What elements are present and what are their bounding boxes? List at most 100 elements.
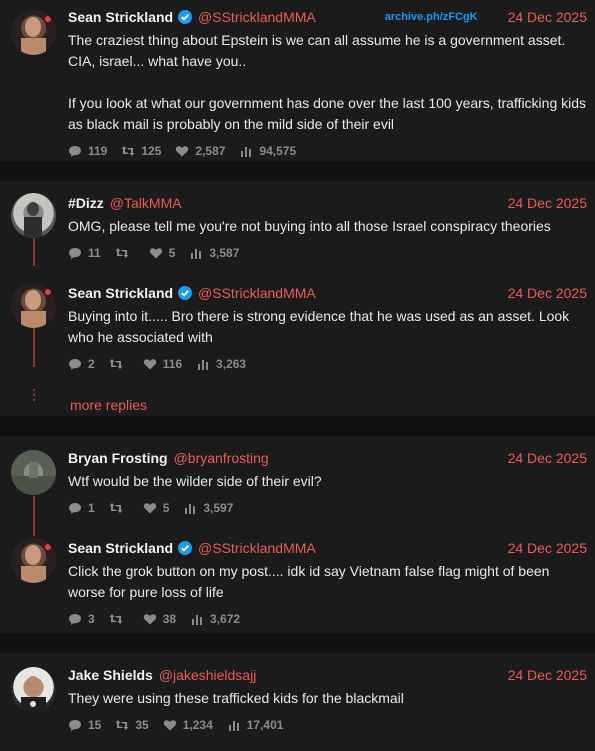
like-stat[interactable]: 1,234 xyxy=(163,718,213,732)
tweet[interactable]: Sean Strickland @SStricklandMMA 24 Dec 2… xyxy=(0,263,595,374)
display-name[interactable]: Sean Strickland xyxy=(68,540,173,556)
retweet-icon xyxy=(115,720,129,730)
avatar[interactable] xyxy=(11,667,56,712)
ellipsis-icon xyxy=(32,388,36,402)
tweet-date[interactable]: 24 Dec 2025 xyxy=(508,285,587,301)
reply-icon xyxy=(69,720,81,731)
tweet-text: They were using these trafficked kids fo… xyxy=(68,690,404,706)
tweet-date[interactable]: 24 Dec 2025 xyxy=(508,195,587,211)
retweet-icon xyxy=(115,248,129,258)
display-name[interactable]: #Dizz xyxy=(68,195,104,211)
tweet-date[interactable]: 24 Dec 2025 xyxy=(508,667,587,683)
tweet-text: Buying into it..... Bro there is strong … xyxy=(68,308,574,345)
verified-badge-icon xyxy=(178,286,193,300)
avatar[interactable] xyxy=(11,10,56,55)
thread-2: #Dizz @TalkMMA 24 Dec 2025 OMG, please t… xyxy=(0,181,595,416)
heart-icon xyxy=(143,359,156,370)
retweet-stat[interactable] xyxy=(109,612,129,626)
retweet-stat[interactable]: 125 xyxy=(121,144,161,158)
reply-icon xyxy=(69,248,81,259)
heart-icon xyxy=(163,720,176,731)
tweet-stats: 2 116 3,263 xyxy=(68,354,587,374)
like-stat[interactable]: 5 xyxy=(143,501,169,515)
avatar[interactable] xyxy=(11,538,56,583)
avatar[interactable] xyxy=(11,193,56,238)
views-stat[interactable]: 3,263 xyxy=(196,357,246,371)
tweet-stats: 1 5 3,597 xyxy=(68,498,587,518)
views-stat[interactable]: 3,672 xyxy=(190,612,240,626)
user-handle[interactable]: @SStricklandMMA xyxy=(198,540,316,556)
views-stat[interactable]: 3,587 xyxy=(189,246,239,260)
views-stat[interactable]: 94,575 xyxy=(239,144,296,158)
tweet-text: The craziest thing about Epstein is we c… xyxy=(68,32,587,132)
archive-link[interactable]: archive.ph/zFCgK xyxy=(385,11,478,23)
views-icon xyxy=(191,249,202,259)
retweet-icon xyxy=(109,614,123,624)
like-stat[interactable]: 2,587 xyxy=(175,144,225,158)
like-stat[interactable]: 116 xyxy=(143,357,182,371)
views-icon xyxy=(241,147,252,157)
retweet-icon xyxy=(109,503,123,513)
tweet-stats: 11 5 3,587 xyxy=(68,243,587,263)
user-handle[interactable]: @SStricklandMMA xyxy=(198,9,316,25)
verified-badge-icon xyxy=(178,541,193,555)
reply-icon xyxy=(69,146,81,157)
user-handle[interactable]: @jakeshieldsajj xyxy=(159,667,256,683)
tweet[interactable]: Jake Shields @jakeshieldsajj 24 Dec 2025… xyxy=(0,653,595,735)
views-stat[interactable]: 3,597 xyxy=(183,501,233,515)
retweet-icon xyxy=(121,146,135,156)
reply-stat[interactable]: 2 xyxy=(68,357,95,371)
reply-icon xyxy=(69,503,81,514)
retweet-stat[interactable] xyxy=(109,501,129,515)
tweet[interactable]: Sean Strickland @SStricklandMMA archive.… xyxy=(0,0,595,161)
display-name[interactable]: Bryan Frosting xyxy=(68,450,168,466)
heart-icon xyxy=(149,248,162,259)
tweet-stats: 3 38 3,672 xyxy=(68,609,587,629)
tweet-text: Wtf would be the wilder side of their ev… xyxy=(68,473,322,489)
tweet-stats: 15 35 1,234 17,401 xyxy=(68,715,587,735)
tweet-date[interactable]: 24 Dec 2025 xyxy=(508,450,587,466)
like-stat[interactable]: 5 xyxy=(149,246,175,260)
user-handle[interactable]: @bryanfrosting xyxy=(174,450,269,466)
avatar[interactable] xyxy=(11,450,56,495)
reply-stat[interactable]: 119 xyxy=(68,144,107,158)
tweet[interactable]: Bryan Frosting @bryanfrosting 24 Dec 202… xyxy=(0,436,595,518)
retweet-stat[interactable] xyxy=(115,246,135,260)
views-icon xyxy=(198,360,209,370)
tweet-text: OMG, please tell me you're not buying in… xyxy=(68,218,551,234)
reply-icon xyxy=(69,614,81,625)
heart-icon xyxy=(143,503,156,514)
avatar[interactable] xyxy=(11,283,56,328)
views-stat[interactable]: 17,401 xyxy=(227,718,283,732)
thread-4: Jake Shields @jakeshieldsajj 24 Dec 2025… xyxy=(0,653,595,751)
views-icon xyxy=(192,615,203,625)
retweet-icon xyxy=(109,359,123,369)
user-handle[interactable]: @TalkMMA xyxy=(110,195,182,211)
verified-badge-icon xyxy=(178,10,193,24)
display-name[interactable]: Sean Strickland xyxy=(68,9,173,25)
thread-3: Bryan Frosting @bryanfrosting 24 Dec 202… xyxy=(0,436,595,633)
tweet-stats: 119 125 2,587 94,575 xyxy=(68,141,587,161)
reply-stat[interactable]: 1 xyxy=(68,501,95,515)
retweet-stat[interactable]: 35 xyxy=(115,718,149,732)
reply-icon xyxy=(69,359,81,370)
tweet[interactable]: Sean Strickland @SStricklandMMA 24 Dec 2… xyxy=(0,518,595,629)
display-name[interactable]: Jake Shields xyxy=(68,667,153,683)
reply-stat[interactable]: 15 xyxy=(68,718,101,732)
user-handle[interactable]: @SStricklandMMA xyxy=(198,285,316,301)
reply-stat[interactable]: 11 xyxy=(68,246,101,260)
tweet-date[interactable]: 24 Dec 2025 xyxy=(508,540,587,556)
heart-icon xyxy=(176,146,189,157)
views-icon xyxy=(185,504,196,514)
display-name[interactable]: Sean Strickland xyxy=(68,285,173,301)
tweet-date[interactable]: 24 Dec 2025 xyxy=(508,9,587,25)
tweet[interactable]: #Dizz @TalkMMA 24 Dec 2025 OMG, please t… xyxy=(0,181,595,263)
reply-stat[interactable]: 3 xyxy=(68,612,95,626)
more-replies-link[interactable]: more replies xyxy=(0,394,595,416)
views-icon xyxy=(228,721,239,731)
heart-icon xyxy=(143,614,156,625)
retweet-stat[interactable] xyxy=(109,357,129,371)
thread-1: Sean Strickland @SStricklandMMA archive.… xyxy=(0,0,595,161)
like-stat[interactable]: 38 xyxy=(143,612,176,626)
tweet-text: Click the grok button on my post.... idk… xyxy=(68,563,554,600)
